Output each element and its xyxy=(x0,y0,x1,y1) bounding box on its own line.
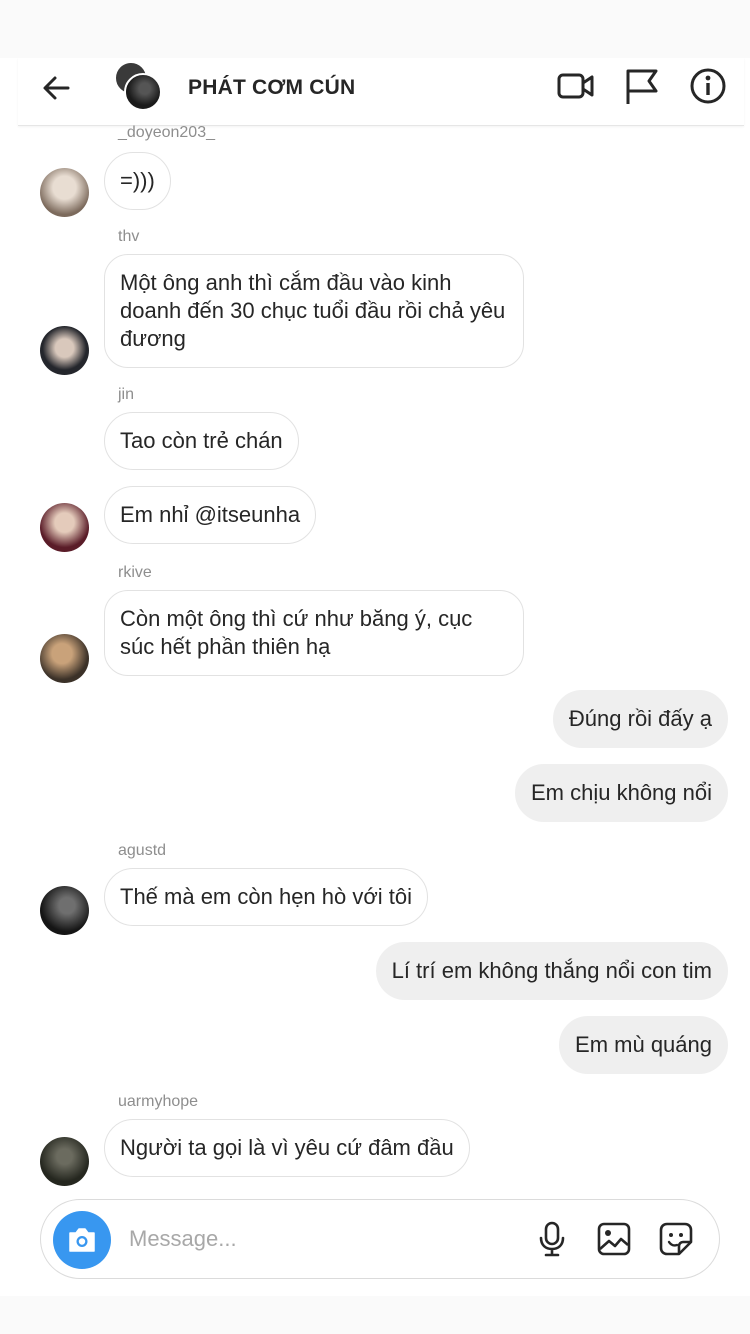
sender-name: thv xyxy=(118,228,140,245)
video-call-icon[interactable] xyxy=(556,66,596,106)
avatar xyxy=(124,73,162,111)
sender-name: uarmyhope xyxy=(118,1093,199,1110)
microphone-icon[interactable] xyxy=(533,1220,571,1258)
message-thread[interactable]: _doyeon203_ =))) thv Một ông anh thì cắm… xyxy=(0,124,750,1190)
gallery-icon[interactable] xyxy=(595,1220,633,1258)
message-bubble[interactable]: =))) xyxy=(104,152,171,210)
avatar[interactable] xyxy=(40,168,89,217)
message-bubble[interactable]: Tao còn trẻ chán xyxy=(104,412,299,470)
message-bubble[interactable]: Em nhỉ @itseunha xyxy=(104,486,317,544)
message-bubble[interactable]: Thế mà em còn hẹn hò với tôi xyxy=(104,868,429,926)
sender-name: agustd xyxy=(118,842,167,859)
chat-title[interactable]: PHÁT CƠM CÚN xyxy=(188,76,355,100)
camera-icon xyxy=(69,1228,95,1252)
info-icon[interactable] xyxy=(688,66,728,106)
message-bubble[interactable]: Người ta gọi là vì yêu cứ đâm đầu xyxy=(104,1119,470,1177)
sender-name: rkive xyxy=(118,564,152,581)
message-bubble[interactable]: Một ông anh thì cắm đầu vào kinh doanh đ… xyxy=(104,254,524,368)
message-composer: Message... xyxy=(40,1199,720,1279)
camera-button[interactable] xyxy=(53,1211,111,1269)
message-bubble[interactable]: Đúng rồi đấy ạ xyxy=(552,690,728,748)
status-bar-area xyxy=(0,0,750,58)
avatar[interactable] xyxy=(40,886,89,935)
sender-name: _doyeon203_ xyxy=(118,124,215,141)
sticker-icon[interactable] xyxy=(657,1220,695,1258)
avatar[interactable] xyxy=(40,1137,89,1186)
avatar[interactable] xyxy=(40,634,89,683)
message-bubble[interactable]: Lí trí em không thắng nổi con tim xyxy=(375,942,728,1000)
sender-name: jin xyxy=(118,386,135,403)
group-avatar[interactable] xyxy=(114,61,164,111)
arrow-left-icon[interactable] xyxy=(40,71,74,105)
avatar[interactable] xyxy=(40,326,89,375)
message-input[interactable]: Message... xyxy=(129,1226,237,1252)
flag-icon[interactable] xyxy=(622,66,662,106)
avatar[interactable] xyxy=(40,503,89,552)
message-bubble[interactable]: Em chịu không nổi xyxy=(515,764,728,822)
message-bubble[interactable]: Còn một ông thì cứ như băng ý, cục súc h… xyxy=(104,590,524,676)
bottom-bar-area xyxy=(0,1296,750,1334)
message-bubble[interactable]: Em mù quáng xyxy=(559,1016,728,1074)
chat-header: PHÁT CƠM CÚN xyxy=(18,58,744,126)
